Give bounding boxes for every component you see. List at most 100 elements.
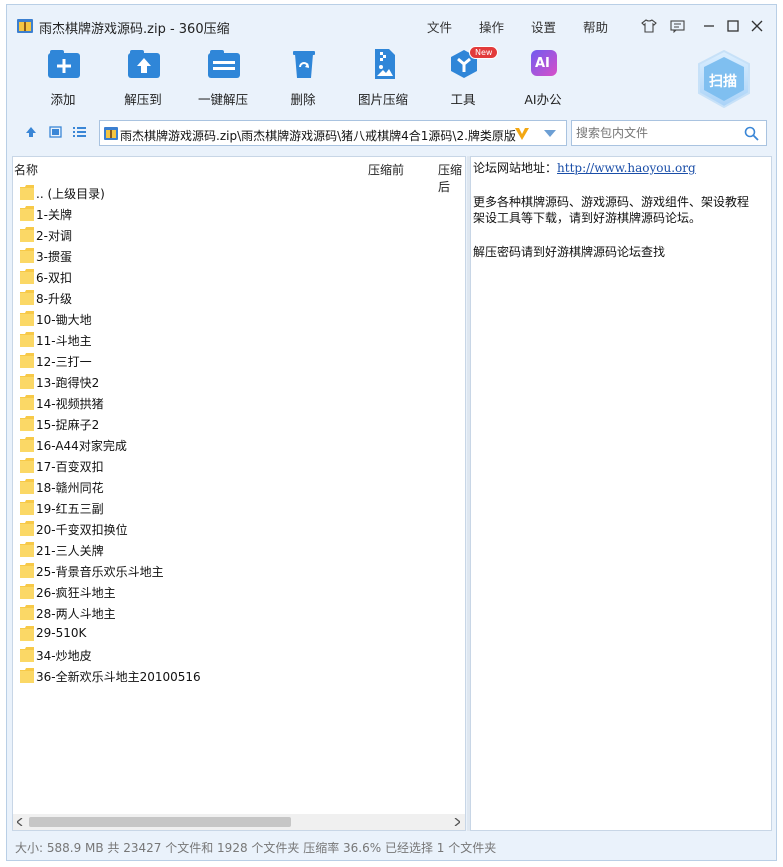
folder-icon	[20, 605, 34, 620]
folder-icon	[20, 416, 34, 431]
title-bar: 雨杰棋牌游戏源码.zip - 360压缩 文件 操作 设置 帮助	[7, 5, 776, 41]
folder-icon	[20, 647, 34, 662]
list-item[interactable]: 10-锄大地	[13, 308, 465, 329]
scroll-right-icon[interactable]	[454, 818, 460, 826]
list-item-name: 26-疯狂斗地主	[36, 586, 116, 600]
skin-icon[interactable]	[641, 18, 657, 34]
search-input[interactable]	[576, 126, 736, 140]
one-click-extract-button[interactable]: 一键解压	[183, 41, 263, 111]
list-item[interactable]: 3-掼蛋	[13, 245, 465, 266]
comment-pane: 论坛网站地址：http://www.haoyou.org 更多各种棋牌源码、游戏…	[470, 156, 772, 831]
list-item-name: 25-背景音乐欢乐斗地主	[36, 565, 164, 579]
list-item[interactable]: 14-视频拱猪	[13, 392, 465, 413]
add-button[interactable]: 添加	[23, 41, 103, 111]
list-item[interactable]: .. (上级目录)	[13, 182, 465, 203]
one-click-extract-icon	[208, 50, 240, 78]
one-click-extract-label: 一键解压	[197, 92, 248, 107]
list-item-name: 34-炒地皮	[36, 649, 92, 663]
scrollbar-thumb[interactable]	[29, 817, 291, 827]
list-item[interactable]: 12-三打一	[13, 350, 465, 371]
list-item-name: 8-升级	[36, 292, 72, 306]
status-bar: 大小: 588.9 MB 共 23427 个文件和 1928 个文件夹 压缩率 …	[7, 834, 776, 860]
list-item-name: 3-掼蛋	[36, 250, 72, 264]
forum-line: 论坛网站地址：http://www.haoyou.org	[473, 159, 696, 176]
folder-icon	[20, 479, 34, 494]
file-list: .. (上级目录) 1-关牌 2-对调 3-掼蛋 6-双扣 8-升级 10-锄大地 11-斗地…	[13, 182, 465, 686]
list-item[interactable]: 2-对调	[13, 224, 465, 245]
delete-label: 删除	[290, 92, 316, 107]
list-item[interactable]: 13-跑得快2	[13, 371, 465, 392]
menu-help[interactable]: 帮助	[583, 17, 608, 36]
list-item[interactable]: 25-背景音乐欢乐斗地主	[13, 560, 465, 581]
comment-line-3: 架设工具等下载，请到好游棋牌源码论坛。	[473, 211, 702, 225]
folder-icon	[20, 668, 34, 683]
column-header-name[interactable]: 名称	[14, 161, 38, 178]
menu-file[interactable]: 文件	[427, 17, 452, 36]
thumbnail-view-icon[interactable]	[47, 124, 63, 140]
tools-label: 工具	[450, 92, 476, 107]
ai-office-button[interactable]: AI AI办公	[503, 41, 583, 111]
scan-label: 扫描	[709, 74, 737, 90]
scan-button[interactable]: 扫描	[695, 49, 753, 111]
list-item[interactable]: 26-疯狂斗地主	[13, 581, 465, 602]
folder-icon	[20, 584, 34, 599]
search-icon[interactable]	[744, 126, 759, 141]
close-icon[interactable]	[749, 18, 765, 34]
feedback-icon[interactable]	[669, 18, 685, 34]
extract-to-label: 解压到	[124, 92, 162, 107]
list-item-name: 29-510K	[36, 626, 87, 640]
column-header-before[interactable]: 压缩前	[368, 161, 404, 178]
list-item-name: 12-三打一	[36, 355, 92, 369]
new-badge: New	[469, 46, 499, 59]
folder-icon	[20, 311, 34, 326]
list-item[interactable]: 11-斗地主	[13, 329, 465, 350]
list-item-name: 1-关牌	[36, 208, 72, 222]
maximize-icon[interactable]	[725, 18, 741, 34]
folder-icon	[20, 500, 34, 515]
minimize-icon[interactable]	[701, 18, 717, 34]
list-item[interactable]: 18-赣州同花	[13, 476, 465, 497]
delete-button[interactable]: 删除	[263, 41, 343, 111]
menu-action[interactable]: 操作	[479, 17, 504, 36]
list-item-name: 14-视频拱猪	[36, 397, 104, 411]
list-item[interactable]: 19-红五三副	[13, 497, 465, 518]
list-item[interactable]: 8-升级	[13, 287, 465, 308]
list-view-icon[interactable]	[71, 124, 87, 140]
up-arrow-icon[interactable]	[23, 124, 39, 140]
folder-icon	[20, 437, 34, 452]
folder-icon	[20, 563, 34, 578]
horizontal-scrollbar[interactable]	[13, 814, 465, 830]
list-item[interactable]: 21-三人关牌	[13, 539, 465, 560]
list-item[interactable]: 17-百变双扣	[13, 455, 465, 476]
app-window: 雨杰棋牌游戏源码.zip - 360压缩 文件 操作 设置 帮助 添加 解压到 …	[6, 4, 777, 861]
folder-icon	[20, 185, 34, 200]
list-item[interactable]: 1-关牌	[13, 203, 465, 224]
ai-office-label: AI办公	[524, 92, 562, 107]
list-item[interactable]: 28-两人斗地主	[13, 602, 465, 623]
list-item[interactable]: 29-510K	[13, 623, 465, 644]
list-item-name: 21-三人关牌	[36, 544, 104, 558]
path-text: 雨杰棋牌游戏源码.zip\雨杰棋牌游戏源码\猪八戒棋牌4合1源码\2.牌类原版	[120, 129, 516, 143]
list-item-name: 13-跑得快2	[36, 376, 100, 390]
comment-line-4: 解压密码请到好游棋牌源码论坛查找	[473, 245, 666, 259]
folder-icon	[20, 374, 34, 389]
toolbar: 添加 解压到 一键解压 删除 图片压缩 工具 AI AI办公 New	[7, 41, 776, 113]
scroll-left-icon[interactable]	[17, 818, 23, 826]
list-item-name: 20-千变双扣换位	[36, 523, 128, 537]
comment-line-2: 更多各种棋牌源码、游戏源码、游戏组件、架设教程	[473, 195, 750, 209]
image-compress-button[interactable]: 图片压缩	[343, 41, 423, 111]
path-field[interactable]: 雨杰棋牌游戏源码.zip\雨杰棋牌游戏源码\猪八戒棋牌4合1源码\2.牌类原版	[99, 120, 567, 146]
list-item[interactable]: 36-全新欢乐斗地主20100516	[13, 665, 465, 686]
list-item[interactable]: 6-双扣	[13, 266, 465, 287]
list-item-name: 17-百变双扣	[36, 460, 104, 474]
folder-icon	[20, 206, 34, 221]
list-item[interactable]: 34-炒地皮	[13, 644, 465, 665]
list-item[interactable]: 16-A44对家完成	[13, 434, 465, 455]
list-item[interactable]: 20-千变双扣换位	[13, 518, 465, 539]
favorite-v-icon[interactable]	[514, 127, 530, 141]
list-item[interactable]: 15-捉麻子2	[13, 413, 465, 434]
forum-link[interactable]: http://www.haoyou.org	[557, 161, 696, 175]
extract-to-button[interactable]: 解压到	[103, 41, 183, 111]
chevron-down-icon[interactable]	[544, 130, 556, 138]
menu-settings[interactable]: 设置	[531, 17, 556, 36]
